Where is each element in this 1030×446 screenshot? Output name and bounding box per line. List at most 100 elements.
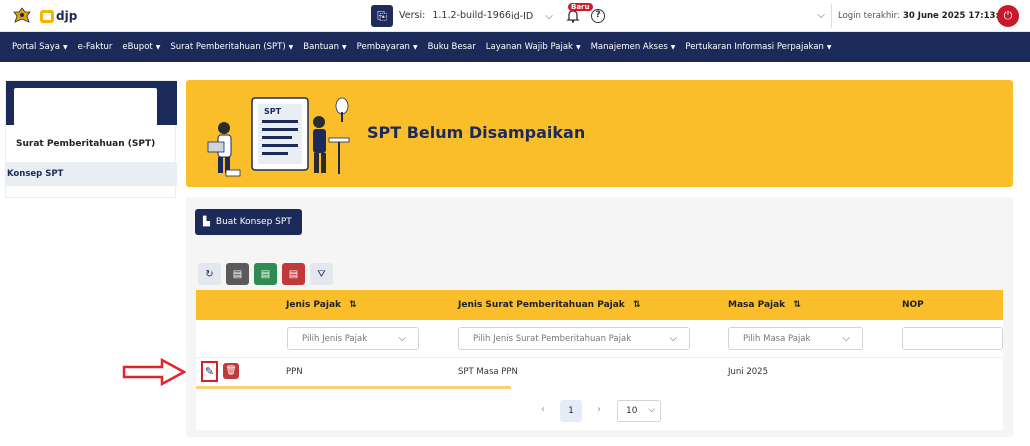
nav-item-label: e-Faktur [77, 42, 113, 52]
new-badge: Baru [568, 3, 593, 11]
chevron-down-icon: ⌵ [842, 333, 850, 344]
sidebar-section-spt[interactable]: Surat Pemberitahuan (SPT) [16, 139, 155, 149]
caret-down-icon: ▼ [342, 44, 347, 51]
chevron-down-icon: ⌵ [817, 10, 825, 21]
logout-button[interactable]: ⏻ [997, 5, 1019, 27]
version-label: Versi: [399, 10, 426, 21]
caret-down-icon: ▼ [575, 44, 581, 51]
caret-down-icon: ▼ [288, 44, 294, 51]
file-icon: ▤ [232, 268, 243, 280]
sort-icon: ⇅ [632, 300, 641, 310]
chevron-down-icon: ⌵ [669, 333, 677, 344]
caret-down-icon: ▼ [826, 44, 832, 51]
sort-icon: ⇅ [349, 300, 357, 310]
nav-item-portal-saya[interactable]: Portal Saya ▼ [12, 42, 68, 52]
refresh-button[interactable]: ↻ [198, 263, 221, 285]
sidebar-profile-box [14, 88, 157, 126]
clear-filter-button[interactable]: ⛛ [310, 263, 333, 285]
column-jenis-pajak[interactable]: Jenis Pajak ⇅ [286, 300, 357, 310]
content-card: ▙ Buat Konsep SPT ↻ ▤ ▤ ▤ ⛛ Jenis Pajak … [186, 197, 1013, 437]
export-file-button[interactable]: ▤ [226, 263, 249, 285]
trash-icon: 🗑 [225, 366, 237, 376]
delete-button[interactable]: 🗑 [223, 363, 239, 379]
nav-item-label: Pertukaran Informasi Perpajakan [685, 42, 824, 52]
version-icon[interactable]: ⎘ [371, 5, 393, 27]
filter-placeholder: Pilih Masa Pajak [743, 334, 811, 344]
djp-logo-text: djp [56, 9, 78, 23]
create-draft-spt-label: Buat Konsep SPT [215, 217, 292, 227]
column-label: NOP [902, 300, 924, 310]
version-info: Versi: 1.1.2-build-1966 [399, 10, 511, 21]
refresh-icon: ↻ [205, 268, 214, 280]
chevron-down-icon: ⌵ [648, 405, 655, 415]
help-icon[interactable]: ? [591, 9, 605, 23]
export-pdf-button[interactable]: ▤ [282, 263, 305, 285]
column-masa-pajak[interactable]: Masa Pajak ⇅ [728, 300, 801, 310]
filter-icon: ⛛ [317, 268, 326, 280]
arrow-right-icon [122, 358, 186, 386]
nav-item-label: eBupot [122, 42, 153, 52]
column-nop[interactable]: NOP [902, 300, 924, 310]
nav-item-label: Buku Besar [427, 42, 476, 52]
logout-icon: ⏻ [1003, 9, 1013, 22]
language-value: id-ID [511, 10, 534, 22]
page-size-select[interactable]: 10 ⌵ [617, 400, 661, 422]
column-label: Jenis Surat Pemberitahuan Pajak [458, 300, 625, 310]
next-page-icon[interactable]: › [597, 404, 601, 415]
filter-placeholder: Pilih Jenis Pajak [302, 334, 368, 344]
caret-down-icon: ▼ [670, 44, 676, 51]
sidebar: Surat Pemberitahuan (SPT) Konsep SPT [5, 80, 177, 198]
pencil-icon: ✎ [204, 365, 215, 378]
djp-logo-mark-icon [40, 9, 54, 23]
cell-jenis-spt: SPT Masa PPN [458, 367, 518, 377]
nav-item-manajemen-akses[interactable]: Manajemen Akses ▼ [591, 42, 676, 52]
filter-jenis-spt[interactable]: Pilih Jenis Surat Pemberitahuan Pajak ⌵ [458, 327, 690, 350]
djp-logo[interactable]: djp [40, 8, 77, 24]
nav-item-surat-pemberitahuan-spt[interactable]: Surat Pemberitahuan (SPT) ▼ [170, 42, 293, 52]
language-select[interactable]: id-ID ⌵ [509, 6, 565, 26]
chevron-down-icon: ⌵ [398, 333, 406, 344]
table-toolbar: ↻ ▤ ▤ ▤ ⛛ [198, 263, 333, 285]
file-plus-icon: ▙ [203, 217, 210, 227]
table-row: ✎ 🗑 PPN SPT Masa PPN Juni 2025 [196, 358, 1003, 386]
filter-masa-pajak[interactable]: Pilih Masa Pajak ⌵ [728, 327, 863, 350]
sidebar-header [6, 81, 177, 126]
main-nav: Portal Saya ▼ e-Faktur eBupot ▼ Surat Pemberi… [0, 32, 1030, 62]
spt-table: Jenis Pajak ⇅ Jenis Surat Pemberitahuan … [196, 290, 1003, 430]
column-label: Jenis Pajak [286, 300, 342, 310]
nav-item-buku-besar[interactable]: Buku Besar [428, 42, 476, 52]
nav-item-label: Pembayaran [356, 42, 410, 52]
page-size-value: 10 [626, 406, 638, 416]
filter-jenis-pajak[interactable]: Pilih Jenis Pajak ⌵ [287, 327, 419, 350]
nav-item-bantuan[interactable]: Bantuan ▼ [303, 42, 346, 52]
sort-icon: ⇅ [793, 300, 801, 310]
export-excel-button[interactable]: ▤ [254, 263, 277, 285]
taxpayer-select[interactable]: ⌵ [612, 4, 832, 28]
cell-masa-pajak: Juni 2025 [728, 367, 768, 377]
banner-doc-label: SPT [264, 107, 282, 116]
edit-button[interactable]: ✎ [201, 361, 218, 382]
filter-nop[interactable] [902, 327, 1003, 350]
version-value: 1.1.2-build-1966 [432, 10, 511, 21]
nav-item-pembayaran[interactable]: Pembayaran ▼ [357, 42, 418, 52]
nav-item-label: Bantuan [303, 42, 340, 52]
nav-item-ebupot[interactable]: eBupot ▼ [122, 42, 160, 52]
column-jenis-spt[interactable]: Jenis Surat Pemberitahuan Pajak ⇅ [458, 300, 640, 310]
caret-down-icon: ▼ [62, 44, 68, 51]
sidebar-item-konsep-spt[interactable]: Konsep SPT [6, 162, 177, 186]
pdf-icon: ▤ [288, 268, 299, 280]
prev-page-icon[interactable]: ‹ [541, 404, 545, 415]
excel-icon: ▤ [260, 268, 271, 280]
caret-down-icon: ▼ [155, 44, 161, 51]
nav-item-e-faktur[interactable]: e-Faktur [78, 42, 113, 52]
nav-item-label: Surat Pemberitahuan (SPT) [170, 42, 286, 52]
banner-illustration: SPT [207, 97, 350, 177]
nav-item-label: Layanan Wajib Pajak [485, 42, 573, 52]
page-banner: SPT SPT Belum Disampaikan [186, 80, 1013, 187]
bell-icon[interactable] [566, 9, 580, 23]
create-draft-spt-button[interactable]: ▙ Buat Konsep SPT [195, 209, 302, 235]
nav-item-layanan-wajib-pajak[interactable]: Layanan Wajib Pajak ▼ [486, 42, 581, 52]
top-bar: djp ⎘ Versi: 1.1.2-build-1966 id-ID ⌵ Ba… [0, 0, 1030, 32]
nav-item-pertukaran-informasi-perpajakan[interactable]: Pertukaran Informasi Perpajakan ▼ [685, 42, 831, 52]
page-current[interactable]: 1 [560, 400, 582, 422]
